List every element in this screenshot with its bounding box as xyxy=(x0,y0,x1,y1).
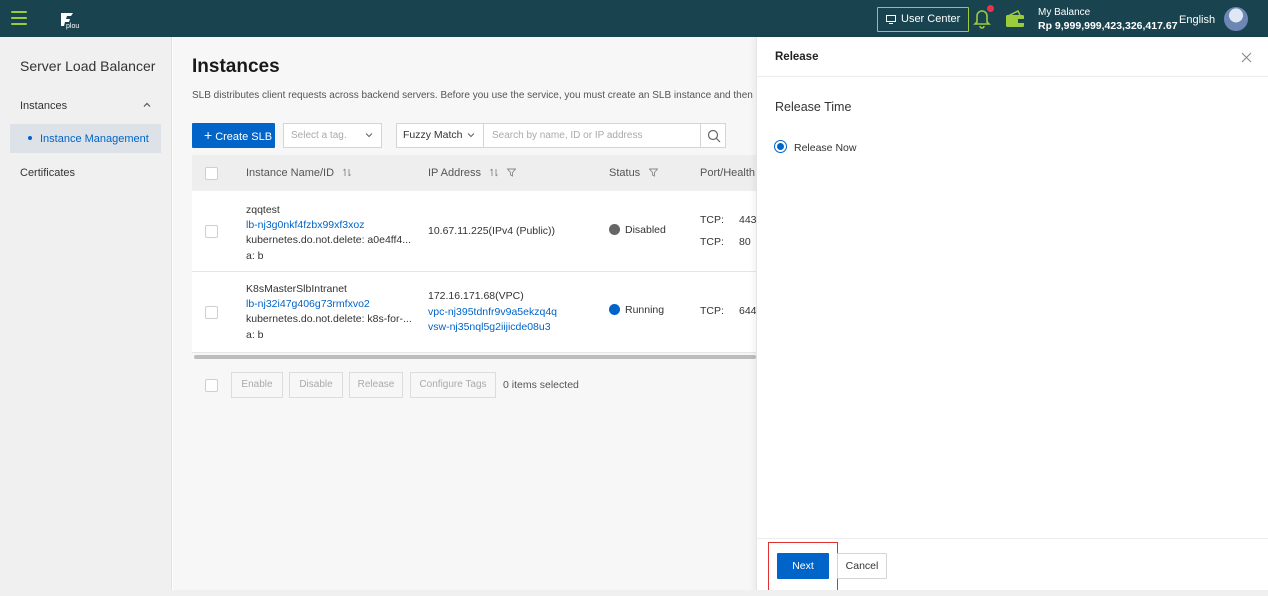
port-protocol: TCP: xyxy=(700,236,724,248)
user-center-label: User Center xyxy=(901,13,961,25)
column-header-name[interactable]: Instance Name/ID xyxy=(246,167,351,179)
table-header: Instance Name/ID IP Address Status Port/… xyxy=(192,155,756,191)
sidebar-item-label: Instance Management xyxy=(40,133,149,145)
language-selector[interactable]: English xyxy=(1179,14,1215,26)
monitor-icon xyxy=(886,15,896,24)
bulk-actions: Enable Disable Release Configure Tags 0 … xyxy=(192,372,752,398)
port-number: 644 xyxy=(739,305,756,317)
plus-icon: + xyxy=(204,127,213,143)
chevron-down-icon xyxy=(467,133,475,138)
logo-text: plou xyxy=(66,23,80,30)
sidebar-item-certificates[interactable]: Certificates xyxy=(20,167,75,179)
port-number: 80 xyxy=(739,236,751,248)
enable-button[interactable]: Enable xyxy=(231,372,283,398)
row-checkbox[interactable] xyxy=(205,225,218,238)
menu-icon[interactable] xyxy=(11,11,27,25)
create-slb-label: Create SLB xyxy=(215,131,273,143)
vpc-id-link[interactable]: vpc-nj395tdnfr9v9a5ekzq4q xyxy=(428,306,557,318)
sidebar-title: Server Load Balancer xyxy=(20,58,156,74)
release-time-label: Release Time xyxy=(775,100,852,114)
port-protocol: TCP: xyxy=(700,214,724,226)
sidebar-group-instances[interactable]: Instances xyxy=(20,100,160,112)
status-badge: Disabled xyxy=(609,224,666,236)
port-protocol: TCP: xyxy=(700,305,724,317)
match-mode-value: Fuzzy Match xyxy=(403,129,463,141)
match-mode-select[interactable]: Fuzzy Match xyxy=(396,123,484,148)
notification-dot xyxy=(987,5,994,12)
column-header-ip[interactable]: IP Address xyxy=(428,167,517,179)
panel-title: Release xyxy=(775,51,819,63)
instance-name: zqqtest xyxy=(246,204,280,216)
instance-tag: kubernetes.do.not.delete: k8s-for-... xyxy=(246,313,412,325)
user-center-button[interactable]: User Center xyxy=(877,7,970,32)
filter-icon[interactable] xyxy=(506,168,517,177)
tag-select-placeholder: Select a tag. xyxy=(291,130,347,141)
main-content: Instances SLB distributes client request… xyxy=(173,37,756,596)
release-now-radio[interactable] xyxy=(774,140,787,153)
sort-icon[interactable] xyxy=(490,168,498,177)
avatar[interactable] xyxy=(1224,7,1248,31)
column-header-port-health: Port/Health xyxy=(700,167,756,179)
column-header-status[interactable]: Status xyxy=(609,167,659,179)
sort-icon[interactable] xyxy=(343,168,351,177)
search-placeholder: Search by name, ID or IP address xyxy=(492,130,643,141)
divider xyxy=(757,76,1268,77)
tag-select[interactable]: Select a tag. xyxy=(283,123,382,148)
port-number: 443 xyxy=(739,214,756,226)
close-icon[interactable] xyxy=(1241,52,1252,63)
filter-icon[interactable] xyxy=(648,168,659,177)
status-label: Running xyxy=(625,304,665,316)
instance-tag: kubernetes.do.not.delete: a0e4ff4... xyxy=(246,234,412,246)
row-checkbox[interactable] xyxy=(205,306,218,319)
column-header-label: IP Address xyxy=(428,167,481,179)
vswitch-id-link[interactable]: vsw-nj35nql5g2iijicde08u3 xyxy=(428,321,551,333)
active-dot xyxy=(28,136,32,140)
play-icon xyxy=(609,304,620,315)
create-slb-button[interactable]: + Create SLB xyxy=(192,123,275,148)
sidebar-item-instance-management[interactable]: Instance Management xyxy=(10,124,161,153)
balance-label: My Balance xyxy=(1038,7,1091,18)
search-icon xyxy=(707,129,721,143)
instance-id-link[interactable]: lb-nj32i47g406g73rmfxvo2 xyxy=(246,298,370,310)
instance-name: K8sMasterSlbIntranet xyxy=(246,283,347,295)
column-header-label: Status xyxy=(609,167,641,179)
column-header-label: Instance Name/ID xyxy=(246,167,335,179)
page-description: SLB distributes client requests across b… xyxy=(192,90,756,101)
chevron-down-icon xyxy=(365,133,373,138)
pause-icon xyxy=(609,224,620,235)
wallet-icon[interactable] xyxy=(1004,9,1026,29)
disable-button[interactable]: Disable xyxy=(289,372,343,398)
next-button[interactable]: Next xyxy=(777,553,829,579)
instance-id-link[interactable]: lb-nj3g0nkf4fzbx99xf3xoz xyxy=(246,219,365,231)
top-navigation-bar: plou User Center My Balance Rp 9,999,999… xyxy=(0,0,1268,37)
configure-tags-button[interactable]: Configure Tags xyxy=(410,372,496,398)
chevron-up-icon[interactable] xyxy=(142,100,152,110)
divider xyxy=(757,538,1268,539)
balance-value: Rp 9,999,999,423,326,417.67 xyxy=(1038,20,1178,32)
table-row: K8sMasterSlbIntranet lb-nj32i47g406g73rm… xyxy=(192,272,756,353)
release-button[interactable]: Release xyxy=(349,372,403,398)
horizontal-scrollbar[interactable] xyxy=(194,355,756,359)
instance-tag: a: b xyxy=(246,250,264,262)
search-input[interactable]: Search by name, ID or IP address xyxy=(483,123,701,148)
bottom-strip xyxy=(0,590,1268,596)
instance-tag: a: b xyxy=(246,329,264,341)
ip-address: 172.16.171.68(VPC) xyxy=(428,290,524,302)
select-all-checkbox[interactable] xyxy=(205,167,218,180)
bulk-select-checkbox[interactable] xyxy=(205,379,218,392)
search-button[interactable] xyxy=(700,123,726,148)
status-badge: Running xyxy=(609,304,664,316)
sidebar: Server Load Balancer Instances Instance … xyxy=(0,37,172,596)
page-title: Instances xyxy=(192,56,280,77)
table-row: zqqtest lb-nj3g0nkf4fzbx99xf3xoz kuberne… xyxy=(192,191,756,272)
status-label: Disabled xyxy=(625,224,666,236)
cancel-button[interactable]: Cancel xyxy=(837,553,887,579)
selected-count: 0 items selected xyxy=(503,379,579,391)
ip-address: 10.67.11.225(IPv4 (Public)) xyxy=(428,225,556,237)
release-now-label[interactable]: Release Now xyxy=(794,142,856,154)
release-panel: Release Release Time Release Now Next Ca… xyxy=(756,37,1268,596)
